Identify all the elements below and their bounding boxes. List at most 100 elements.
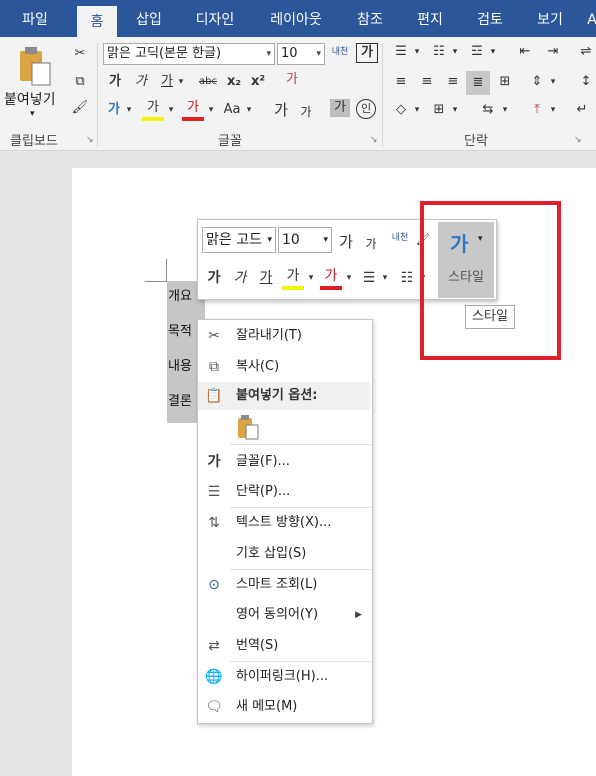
paragraph-mark-icon[interactable]: ↵ xyxy=(572,101,592,119)
mini-shrink-font-icon[interactable]: 가 xyxy=(364,234,378,254)
superscript-icon[interactable]: x² xyxy=(248,73,268,91)
text-direction-icon[interactable]: ⇆ xyxy=(476,101,500,119)
cut-icon[interactable]: ✂ xyxy=(70,45,90,63)
bullets-icon[interactable]: ☰ xyxy=(390,43,412,61)
text-direction-dropdown-icon[interactable]: ▾ xyxy=(500,101,510,119)
menu-item-paragraph[interactable]: ☰ 단락(P)... xyxy=(198,478,372,506)
paragraph-line[interactable]: 목적 xyxy=(168,320,192,339)
menu-item-hyperlink[interactable]: 🌐 하이퍼링크(H)... xyxy=(198,663,372,691)
shading-icon[interactable]: ◇ xyxy=(390,101,412,119)
text-effect-dropdown-icon[interactable]: ▾ xyxy=(124,101,134,119)
highlight-dropdown-icon[interactable]: ▾ xyxy=(166,101,176,119)
clear-all-dropdown-icon[interactable]: ▾ xyxy=(548,101,558,119)
bullets-dropdown-icon[interactable]: ▾ xyxy=(412,43,422,61)
paste-dropdown-icon[interactable]: ▾ xyxy=(30,109,35,119)
tab-file[interactable]: 파일 xyxy=(8,0,62,37)
menu-item-cut[interactable]: ✂ 잘라내기(T) xyxy=(198,322,372,350)
bold-icon[interactable]: 가 xyxy=(106,73,124,91)
char-border-icon[interactable]: 가 xyxy=(356,43,378,63)
line-spacing-dropdown-icon[interactable]: ▾ xyxy=(548,73,558,91)
menu-item-translate[interactable]: ⇄ 번역(S) xyxy=(198,632,372,660)
mini-bold-icon[interactable]: 가 xyxy=(206,268,222,288)
shading-dropdown-icon[interactable]: ▾ xyxy=(412,101,422,119)
multilevel-list-icon[interactable]: ☲ xyxy=(466,43,488,61)
mini-bullets-icon[interactable]: ☰ xyxy=(358,268,380,288)
enclose-char-icon[interactable]: 인 xyxy=(356,99,376,119)
paragraph-line[interactable]: 내용 xyxy=(168,355,192,374)
mini-grow-font-icon[interactable]: 가 xyxy=(338,232,354,252)
text-effect-icon[interactable]: 가 xyxy=(104,101,124,119)
line-spacing-icon[interactable]: ⇕ xyxy=(526,73,548,91)
tab-review[interactable]: 검토 xyxy=(464,0,516,37)
paragraph-launcher-icon[interactable]: ↘ xyxy=(574,135,582,145)
mini-underline-icon[interactable]: 가 xyxy=(258,268,274,288)
tab-layout[interactable]: 레이아웃 xyxy=(256,0,336,37)
change-case-icon[interactable]: Aa xyxy=(220,101,244,119)
mini-phonetic-guide-icon[interactable]: 내천 xyxy=(388,228,412,248)
tab-overflow[interactable]: A xyxy=(582,0,596,37)
grow-font-icon[interactable]: 가 xyxy=(272,101,290,119)
numbering-icon[interactable]: ☷ xyxy=(428,43,450,61)
italic-icon[interactable]: 가 xyxy=(132,73,150,91)
tab-home[interactable]: 홈 xyxy=(77,6,117,37)
asian-layout-icon[interactable]: ⇌ xyxy=(576,43,596,61)
mini-highlight-icon[interactable]: 가 xyxy=(282,266,304,290)
mini-italic-icon[interactable]: 가 xyxy=(232,268,248,288)
clipboard-launcher-icon[interactable]: ↘ xyxy=(86,135,94,145)
justify-icon[interactable]: ≣ xyxy=(466,71,490,95)
clear-format-icon[interactable]: 가 xyxy=(282,71,302,89)
highlight-icon[interactable]: 가 xyxy=(142,99,164,121)
paste-button-label[interactable]: 붙여넣기 xyxy=(4,89,56,109)
paragraph-line[interactable]: 개요 xyxy=(168,285,192,304)
tab-mailings[interactable]: 편지 xyxy=(404,0,456,37)
underline-dropdown-icon[interactable]: ▾ xyxy=(176,73,186,91)
shrink-font-icon[interactable]: 가 xyxy=(298,103,314,121)
paragraph-line[interactable]: 결론 xyxy=(168,390,192,409)
menu-item-smart-lookup[interactable]: ⊙ 스마트 조회(L) xyxy=(198,571,372,599)
borders-dropdown-icon[interactable]: ▾ xyxy=(450,101,460,119)
font-color-icon[interactable]: 가 xyxy=(182,99,204,121)
strikethrough-icon[interactable]: abc xyxy=(196,73,220,91)
align-right-icon[interactable]: ≡ xyxy=(442,73,464,91)
distributed-icon[interactable]: ⊞ xyxy=(494,73,516,91)
font-size-combo[interactable]: 10 ▾ xyxy=(277,43,325,65)
decrease-indent-icon[interactable]: ⇤ xyxy=(514,43,536,61)
menu-item-copy[interactable]: ⧉ 복사(C) xyxy=(198,353,372,381)
copy-icon[interactable]: ⧉ xyxy=(70,73,90,91)
paste-keep-source-icon[interactable] xyxy=(236,414,260,440)
mini-font-size-combo[interactable]: 10 ▾ xyxy=(278,227,332,253)
tab-references[interactable]: 참조 xyxy=(344,0,396,37)
menu-item-insert-symbol[interactable]: 기호 삽입(S) xyxy=(198,540,372,568)
numbering-dropdown-icon[interactable]: ▾ xyxy=(450,43,460,61)
mini-font-name-combo[interactable]: 맑은 고드 ▾ xyxy=(202,227,276,253)
tab-view[interactable]: 보기 xyxy=(524,0,576,37)
tab-design[interactable]: 디자인 xyxy=(184,0,246,37)
increase-indent-icon[interactable]: ⇥ xyxy=(542,43,564,61)
subscript-icon[interactable]: x₂ xyxy=(224,73,244,91)
mini-highlight-dropdown-icon[interactable]: ▾ xyxy=(306,268,316,288)
underline-icon[interactable]: 가 xyxy=(158,73,176,91)
multilevel-dropdown-icon[interactable]: ▾ xyxy=(488,43,498,61)
menu-item-new-comment[interactable]: 🗨 새 메모(M) xyxy=(198,693,372,721)
font-launcher-icon[interactable]: ↘ xyxy=(370,135,378,145)
paste-icon[interactable] xyxy=(14,45,54,87)
mini-numbering-icon[interactable]: ☷ xyxy=(396,268,418,288)
mini-font-color-icon[interactable]: 가 xyxy=(320,266,342,290)
phonetic-guide-icon[interactable]: 내천 xyxy=(328,43,352,61)
tab-insert[interactable]: 삽입 xyxy=(126,0,172,37)
menu-item-synonyms[interactable]: 영어 동의어(Y) ▶ xyxy=(198,601,372,629)
mini-font-color-dropdown-icon[interactable]: ▾ xyxy=(344,268,354,288)
format-painter-icon[interactable]: 🖌 xyxy=(70,99,90,117)
mini-bullets-dropdown-icon[interactable]: ▾ xyxy=(380,268,390,288)
menu-item-text-direction[interactable]: ⇅ 텍스트 방향(X)... xyxy=(198,509,372,537)
sort-icon[interactable]: ↕ xyxy=(576,73,596,91)
align-left-icon[interactable]: ≡ xyxy=(390,73,412,91)
clear-all-icon[interactable]: ⤒ xyxy=(526,101,548,119)
font-name-combo[interactable]: 맑은 고딕(본문 한글) ▾ xyxy=(103,43,275,65)
borders-icon[interactable]: ⊞ xyxy=(428,101,450,119)
char-shading-icon[interactable]: 가 xyxy=(330,99,350,117)
change-case-dropdown-icon[interactable]: ▾ xyxy=(244,101,254,119)
font-color-dropdown-icon[interactable]: ▾ xyxy=(206,101,216,119)
align-center-icon[interactable]: ≡ xyxy=(416,73,438,91)
menu-item-font[interactable]: 가 글꼴(F)... xyxy=(198,448,372,476)
